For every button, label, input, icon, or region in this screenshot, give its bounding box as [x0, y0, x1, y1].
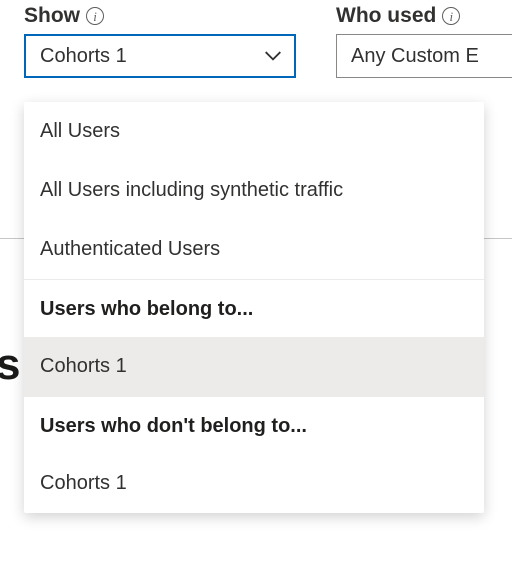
info-icon[interactable]: i — [86, 7, 104, 25]
who-used-select-value: Any Custom E — [351, 45, 479, 68]
show-label-row: Show i — [24, 4, 296, 28]
show-field: Show i Cohorts 1 — [24, 4, 296, 78]
chevron-down-icon — [264, 47, 282, 65]
dropdown-item-cohorts-not-belong[interactable]: Cohorts 1 — [24, 454, 484, 513]
dropdown-item-all-users[interactable]: All Users — [24, 102, 484, 161]
who-used-field: Who used i Any Custom E — [336, 4, 512, 78]
who-used-select[interactable]: Any Custom E — [336, 34, 512, 78]
filters-row: Show i Cohorts 1 Who used i Any Custom E — [0, 0, 512, 78]
show-select-value: Cohorts 1 — [40, 45, 127, 68]
dropdown-group-not-belong-header: Users who don't belong to... — [24, 396, 484, 454]
info-icon[interactable]: i — [442, 7, 460, 25]
cropped-heading-fragment: s — [0, 340, 20, 390]
show-select[interactable]: Cohorts 1 — [24, 34, 296, 78]
show-label: Show — [24, 4, 80, 28]
divider — [0, 238, 24, 239]
dropdown-item-authenticated-users[interactable]: Authenticated Users — [24, 220, 484, 279]
divider — [484, 238, 512, 239]
who-used-label-row: Who used i — [336, 4, 512, 28]
dropdown-group-belong-header: Users who belong to... — [24, 279, 484, 337]
dropdown-item-cohorts-belong[interactable]: Cohorts 1 — [24, 337, 484, 396]
dropdown-item-all-users-synthetic[interactable]: All Users including synthetic traffic — [24, 161, 484, 220]
show-dropdown: All Users All Users including synthetic … — [24, 102, 484, 513]
who-used-label: Who used — [336, 4, 436, 28]
